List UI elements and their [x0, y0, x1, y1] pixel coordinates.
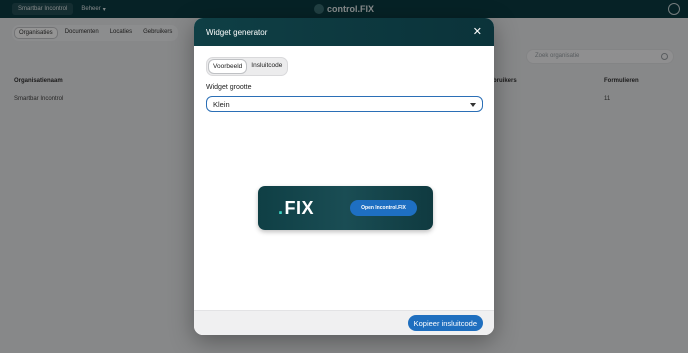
widget-size-label: Widget grootte — [206, 84, 252, 91]
tab-voorbeeld[interactable]: Voorbeeld — [208, 59, 248, 74]
modal-footer: Kopieer insluitcode — [194, 310, 494, 335]
modal-title: Widget generator — [206, 27, 268, 37]
widget-preview: . FIX Open Incontrol.FIX — [258, 186, 433, 230]
modal-header: Widget generator ✕ — [194, 18, 494, 46]
widget-logo: . FIX — [278, 198, 314, 219]
open-incontrol-button[interactable]: Open Incontrol.FIX — [350, 200, 417, 216]
tab-insluitcode[interactable]: Insluitcode — [247, 59, 286, 74]
widget-size-value: Klein — [213, 99, 230, 109]
view-toggle: Voorbeeld Insluitcode — [206, 57, 289, 76]
copy-embed-code-button[interactable]: Kopieer insluitcode — [407, 315, 483, 331]
close-icon[interactable]: ✕ — [473, 26, 482, 38]
widget-logo-text: FIX — [284, 197, 315, 218]
logo-dot-icon: . — [278, 197, 284, 218]
widget-generator-modal: Widget generator ✕ Voorbeeld Insluitcode… — [194, 18, 494, 335]
caret-down-icon — [470, 103, 476, 107]
widget-size-select[interactable]: Klein — [206, 96, 483, 112]
